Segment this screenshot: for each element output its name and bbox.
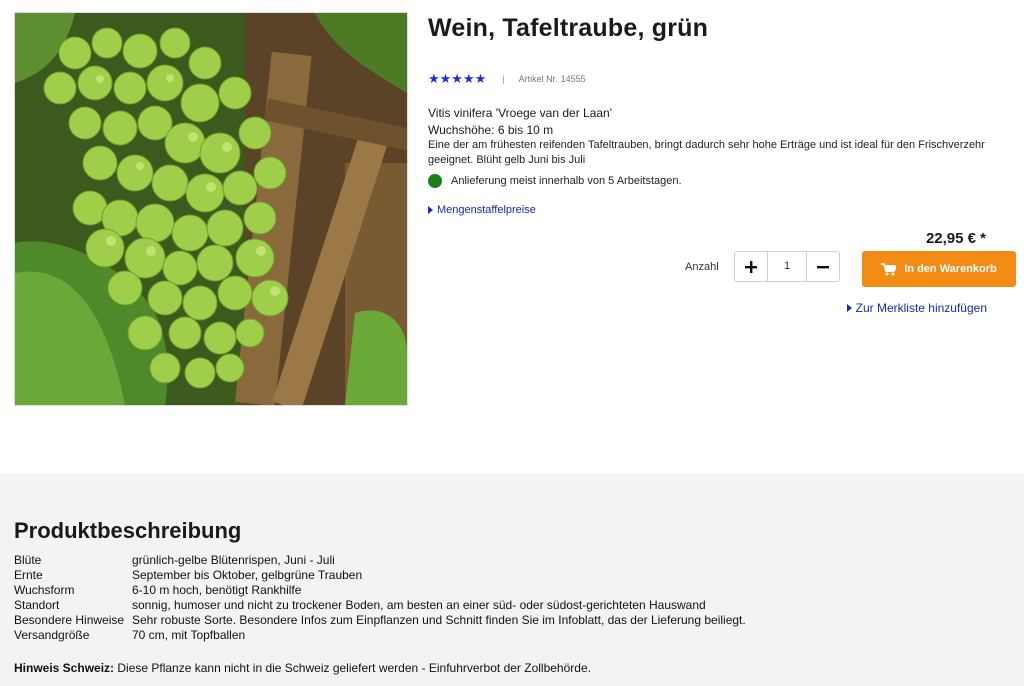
tier-pricing-link[interactable]: Mengenstaffelpreise <box>428 204 536 216</box>
spec-value: sonnig, humoser und nicht zu trockener B… <box>132 598 706 612</box>
caret-right-icon <box>846 304 852 312</box>
description-heading: Produktbeschreibung <box>14 518 242 543</box>
spec-row: Wuchsform 6-10 m hoch, benötigt Rankhilfe <box>14 583 746 598</box>
spec-value: 6-10 m hoch, benötigt Rankhilfe <box>132 583 302 597</box>
plus-icon <box>745 260 757 273</box>
grape-photo <box>15 13 407 405</box>
quantity-stepper: 1 <box>734 251 840 282</box>
spec-label: Wuchsform <box>14 583 75 597</box>
spec-row: Ernte September bis Oktober, gelbgrüne Tr… <box>14 568 746 583</box>
product-image[interactable] <box>14 12 408 406</box>
rating-stars[interactable]: ★★★★★ <box>428 71 486 87</box>
availability-dot-icon <box>428 174 442 188</box>
wishlist-link[interactable]: Zur Merkliste hinzufügen <box>846 301 987 315</box>
product-title: Wein, Tafeltraube, grün <box>428 14 709 42</box>
spec-row: Versandgröße 70 cm, mit Topfballen <box>14 628 746 643</box>
latin-name: Vitis vinifera 'Vroege van der Laan' <box>428 106 613 120</box>
spec-row: Besondere Hinweise Sehr robuste Sorte. Be… <box>14 613 746 628</box>
add-to-cart-button[interactable]: In den Warenkorb <box>862 251 1016 287</box>
article-number: 14555 <box>560 74 586 84</box>
minus-icon <box>817 265 829 268</box>
spec-label: Standort <box>14 598 60 612</box>
wishlist-label: Zur Merkliste hinzufügen <box>855 301 987 315</box>
spec-value: September bis Oktober, gelbgrüne Trauben <box>132 568 363 582</box>
short-description: Eine der am frühesten reifenden Tafeltra… <box>428 139 985 166</box>
rating-row: ★★★★★ | Artikel Nr. 14555 <box>428 71 586 87</box>
delivery-text: Anlieferung meist innerhalb von 5 Arbeit… <box>451 175 682 187</box>
quantity-label: Anzahl <box>685 261 719 273</box>
spec-label: Ernte <box>14 568 43 582</box>
add-to-cart-label: In den Warenkorb <box>904 263 997 275</box>
product-price: 22,95 € * <box>925 230 986 247</box>
spec-row: Standort sonnig, humoser und nicht zu tro… <box>14 598 746 613</box>
delivery-status: Anlieferung meist innerhalb von 5 Arbeit… <box>428 174 682 188</box>
switzerland-notice-text: Diese Pflanze kann nicht in die Schweiz … <box>114 661 591 675</box>
spec-table: Blüte grünlich-gelbe Blütenrispen, Juni -… <box>14 553 746 643</box>
cart-icon <box>881 262 897 275</box>
decrease-quantity-button[interactable] <box>806 252 839 281</box>
spec-value: 70 cm, mit Topfballen <box>132 628 246 642</box>
quantity-input[interactable]: 1 <box>768 252 806 281</box>
switzerland-notice: Hinweis Schweiz: Diese Pflanze kann nich… <box>14 661 591 675</box>
spec-row: Blüte grünlich-gelbe Blütenrispen, Juni -… <box>14 553 746 568</box>
article-number-label: Artikel Nr. <box>518 74 558 84</box>
switzerland-notice-label: Hinweis Schweiz: <box>14 661 115 675</box>
spec-label: Versandgröße <box>14 628 90 642</box>
rating-separator: | <box>502 74 505 84</box>
growth-height: Wuchshöhe: 6 bis 10 m <box>428 123 554 137</box>
tier-pricing-label: Mengenstaffelpreise <box>437 204 536 216</box>
increase-quantity-button[interactable] <box>735 252 768 281</box>
caret-right-icon <box>428 206 433 214</box>
spec-value: Sehr robuste Sorte. Besondere Infos zum … <box>132 613 746 627</box>
spec-label: Besondere Hinweise <box>14 613 125 627</box>
spec-value: grünlich-gelbe Blütenrispen, Juni - Juli <box>132 553 335 567</box>
spec-label: Blüte <box>14 553 42 567</box>
